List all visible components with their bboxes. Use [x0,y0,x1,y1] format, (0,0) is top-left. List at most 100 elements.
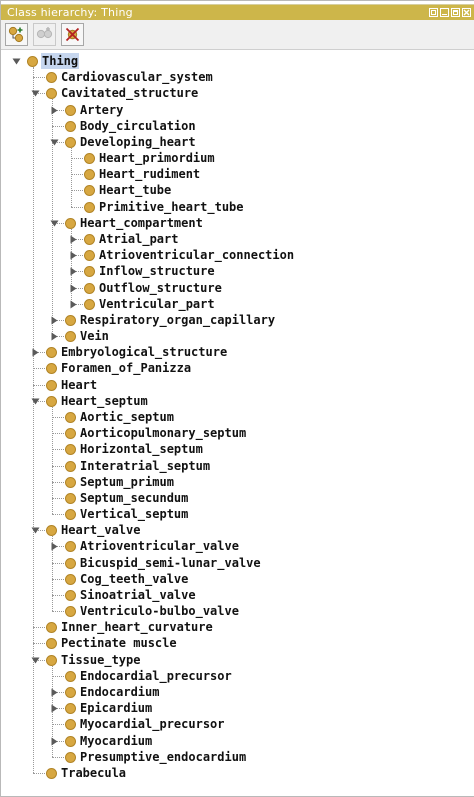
tree-node[interactable]: Outflow_structure [70,280,223,296]
tree-node[interactable]: Ventricular_part [70,296,216,312]
tree-node[interactable]: Vertical_septum [65,506,189,522]
tree-node[interactable]: Artery [51,102,124,118]
window-titlebar[interactable]: Class hierarchy: Thing [1,5,474,20]
class-tree[interactable]: Thing Cardiovascular_system Cavitated_stru… [1,50,474,796]
add-subclass-button[interactable] [5,23,28,46]
tree-node[interactable]: Heart_primordium [84,150,216,166]
tree-node[interactable]: Presumptive_endocardium [65,749,247,765]
collapse-triangle-right-icon[interactable] [68,266,78,276]
tree-node[interactable]: Thing [12,53,80,69]
tree-node[interactable]: Endocardial_precursor [65,668,233,684]
tree-node[interactable]: Heart_compartment [50,215,204,231]
tree-guide-line [71,158,83,159]
tree-guide-line [33,627,45,628]
class-label: Myocardial_precursor [80,717,225,731]
expand-triangle-down-icon[interactable] [30,655,40,665]
tree-node[interactable]: Cog_teeth_valve [65,571,189,587]
tree-node[interactable]: Primitive_heart_tube [84,199,245,215]
tree-node[interactable]: Heart_valve [31,522,141,538]
tree-node[interactable]: Aortic_septum [65,409,175,425]
tree-node[interactable]: Body_circulation [65,118,197,134]
tree-node[interactable]: Respiratory_organ_capillary [51,312,276,328]
maximize-window-icon[interactable] [451,8,460,17]
collapse-triangle-right-icon[interactable] [49,703,59,713]
tree-guide-line [52,757,64,758]
class-bullet-icon [46,346,57,358]
tree-node[interactable]: Endocardium [51,684,160,700]
delete-class-button[interactable] [61,23,84,46]
tree-node[interactable]: Heart_rudiment [84,166,201,182]
add-sibling-button[interactable] [33,23,56,46]
restore-window-icon[interactable] [429,8,438,17]
class-label: Aortic_septum [80,410,174,424]
class-label: Artery [80,103,124,117]
tree-node[interactable]: Inflow_structure [70,263,216,279]
tree-node[interactable]: Sinoatrial_valve [65,587,197,603]
class-label: Cog_teeth_valve [80,572,189,586]
tree-node[interactable]: Ventriculo-bulbo_valve [65,603,240,619]
tree-node[interactable]: Interatrial_septum [65,458,211,474]
expand-triangle-down-icon[interactable] [30,88,40,98]
collapse-triangle-right-icon[interactable] [49,315,59,325]
expand-triangle-down-icon[interactable] [11,56,21,66]
collapse-triangle-right-icon[interactable] [49,105,59,115]
tree-node[interactable]: Tissue_type [31,652,141,668]
collapse-triangle-right-icon[interactable] [30,347,40,357]
tree-node[interactable]: Atrial_part [70,231,179,247]
tree-node[interactable]: Foramen_of_Panizza [46,360,192,376]
tree-guide-line [52,482,64,483]
tree-node[interactable]: Heart [46,377,98,393]
minimize-window-icon[interactable] [440,8,449,17]
close-window-icon[interactable] [462,8,471,17]
delete-class-icon [65,27,80,42]
expand-triangle-down-icon[interactable] [30,396,40,406]
class-label: Pectinate muscle [61,636,177,650]
add-sibling-icon [36,27,53,39]
tree-node[interactable]: Septum_primum [65,474,175,490]
tree-node[interactable]: Bicuspid_semi-lunar_valve [65,555,262,571]
class-label: Cardiovascular_system [61,70,213,84]
expand-triangle-down-icon[interactable] [30,525,40,535]
class-bullet-icon [84,282,95,294]
class-bullet-icon [84,184,95,196]
tree-node[interactable]: Developing_heart [50,134,197,150]
tree-guide-line [52,676,64,677]
class-label: Atrioventricular_connection [99,248,295,262]
collapse-triangle-right-icon[interactable] [68,283,78,293]
tree-node[interactable]: Inner_heart_curvature [46,619,214,635]
tree-node[interactable]: Embryological_structure [32,344,228,360]
tree-node[interactable]: Vein [51,328,110,344]
tree-node[interactable]: Heart_septum [31,393,149,409]
tree-guide-line [71,148,72,207]
tree-node[interactable]: Horizontal_septum [65,441,204,457]
tree-node[interactable]: Myocardial_precursor [65,716,226,732]
tree-guide-line [52,407,53,514]
tree-node[interactable]: Trabecula [46,765,127,781]
expand-triangle-down-icon[interactable] [49,137,59,147]
tree-guide-line [52,579,64,580]
tree-node[interactable]: Aorticopulmonary_septum [65,425,247,441]
tree-node[interactable]: Septum_secundum [65,490,189,506]
tree-node[interactable]: Atrioventricular_valve [51,538,240,554]
tree-node[interactable]: Cardiovascular_system [46,69,214,85]
tree-node[interactable]: Atrioventricular_connection [70,247,295,263]
class-bullet-icon [46,654,57,666]
class-label: Vertical_septum [80,507,189,521]
tree-node[interactable]: Pectinate muscle [46,635,178,651]
tree-node[interactable]: Heart_tube [84,182,172,198]
collapse-triangle-right-icon[interactable] [49,736,59,746]
collapse-triangle-right-icon[interactable] [68,234,78,244]
collapse-triangle-right-icon[interactable] [68,299,78,309]
tree-node[interactable]: Epicardium [51,700,153,716]
hierarchy-toolbar [1,20,474,50]
class-label: Heart_compartment [80,216,203,230]
class-bullet-icon [65,460,76,472]
expand-triangle-down-icon[interactable] [49,218,59,228]
collapse-triangle-right-icon[interactable] [49,541,59,551]
tree-node[interactable]: Myocardium [51,733,153,749]
collapse-triangle-right-icon[interactable] [68,250,78,260]
collapse-triangle-right-icon[interactable] [49,331,59,341]
tree-node[interactable]: Cavitated_structure [31,85,199,101]
class-bullet-icon [65,573,76,585]
collapse-triangle-right-icon[interactable] [49,687,59,697]
